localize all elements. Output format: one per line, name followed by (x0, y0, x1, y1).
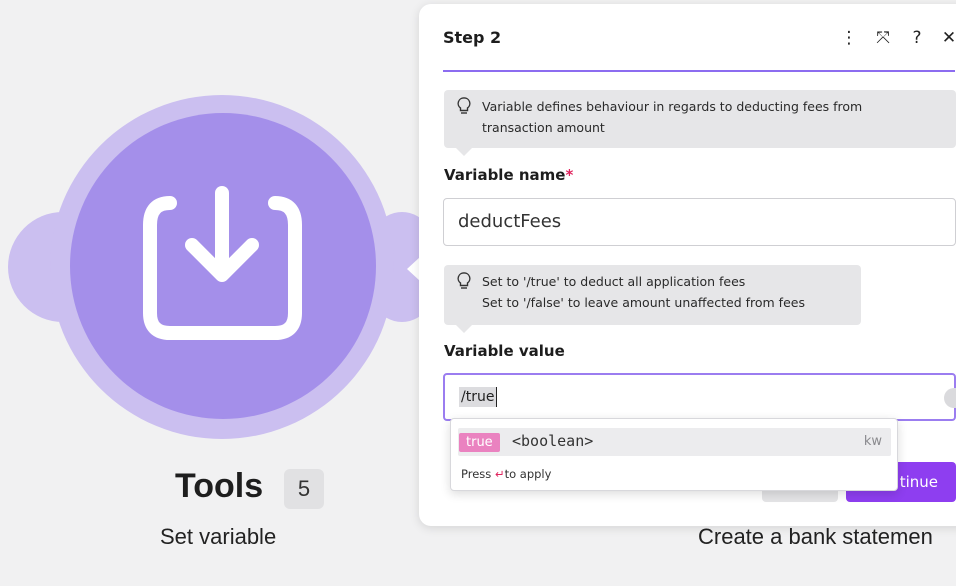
hint-line-1: Set to '/true' to deduct all application… (482, 274, 746, 289)
panel-title: Step 2 (443, 28, 502, 47)
download-box-icon (143, 186, 302, 340)
panel-header: Step 2 ⋮ ⤧ ? ✕ (443, 4, 956, 72)
autocomplete-help: Press ↵to apply (461, 467, 551, 481)
more-menu-icon[interactable]: ⋮ (837, 26, 861, 50)
hint-line-2: transaction amount (482, 120, 605, 135)
hint-variable-value: Set to '/true' to deduct all application… (444, 265, 861, 325)
variable-name-value: deductFees (458, 211, 562, 232)
scenario-canvas[interactable]: Tools 5 Set variable Create a bank state… (0, 0, 956, 586)
hint-tail (456, 148, 472, 156)
variable-name-input[interactable]: deductFees (443, 198, 956, 246)
text-caret (496, 387, 498, 407)
required-mark: * (565, 166, 574, 184)
help-icon[interactable]: ? (905, 26, 929, 50)
autocomplete-dropdown: true <boolean> kw Press ↵to apply (450, 418, 898, 491)
help-suffix: to apply (504, 467, 552, 481)
variable-value-token: /true (459, 387, 497, 407)
next-module-subtitle: Create a bank statemen (698, 524, 933, 549)
module-subtitle: Set variable (160, 524, 277, 549)
option-kind: kw (863, 434, 882, 449)
module-id-badge: 5 (284, 469, 324, 509)
hint-line-2: Set to '/false' to leave amount unaffect… (482, 295, 805, 310)
variable-name-label-text: Variable name (444, 166, 566, 184)
option-keyword-tag: true (459, 433, 500, 452)
hint-variable-name: Variable defines behaviour in regards to… (444, 90, 956, 148)
hint-tail (456, 325, 472, 333)
variable-value-input[interactable]: /true (443, 373, 956, 421)
module-title: Tools (175, 467, 264, 505)
lightbulb-icon (457, 272, 471, 289)
help-prefix: Press (461, 467, 492, 481)
expand-icon[interactable]: ⤧ (871, 26, 895, 50)
variable-value-label: Variable value (444, 342, 565, 360)
hint-line-1: Variable defines behaviour in regards to… (482, 99, 863, 114)
option-type: <boolean> (512, 432, 594, 450)
close-icon[interactable]: ✕ (937, 26, 956, 50)
autocomplete-option[interactable]: true <boolean> kw (458, 428, 891, 456)
enter-key-icon: ↵ (494, 467, 505, 481)
lightbulb-icon (457, 97, 471, 114)
variable-name-label: Variable name* (444, 166, 573, 184)
